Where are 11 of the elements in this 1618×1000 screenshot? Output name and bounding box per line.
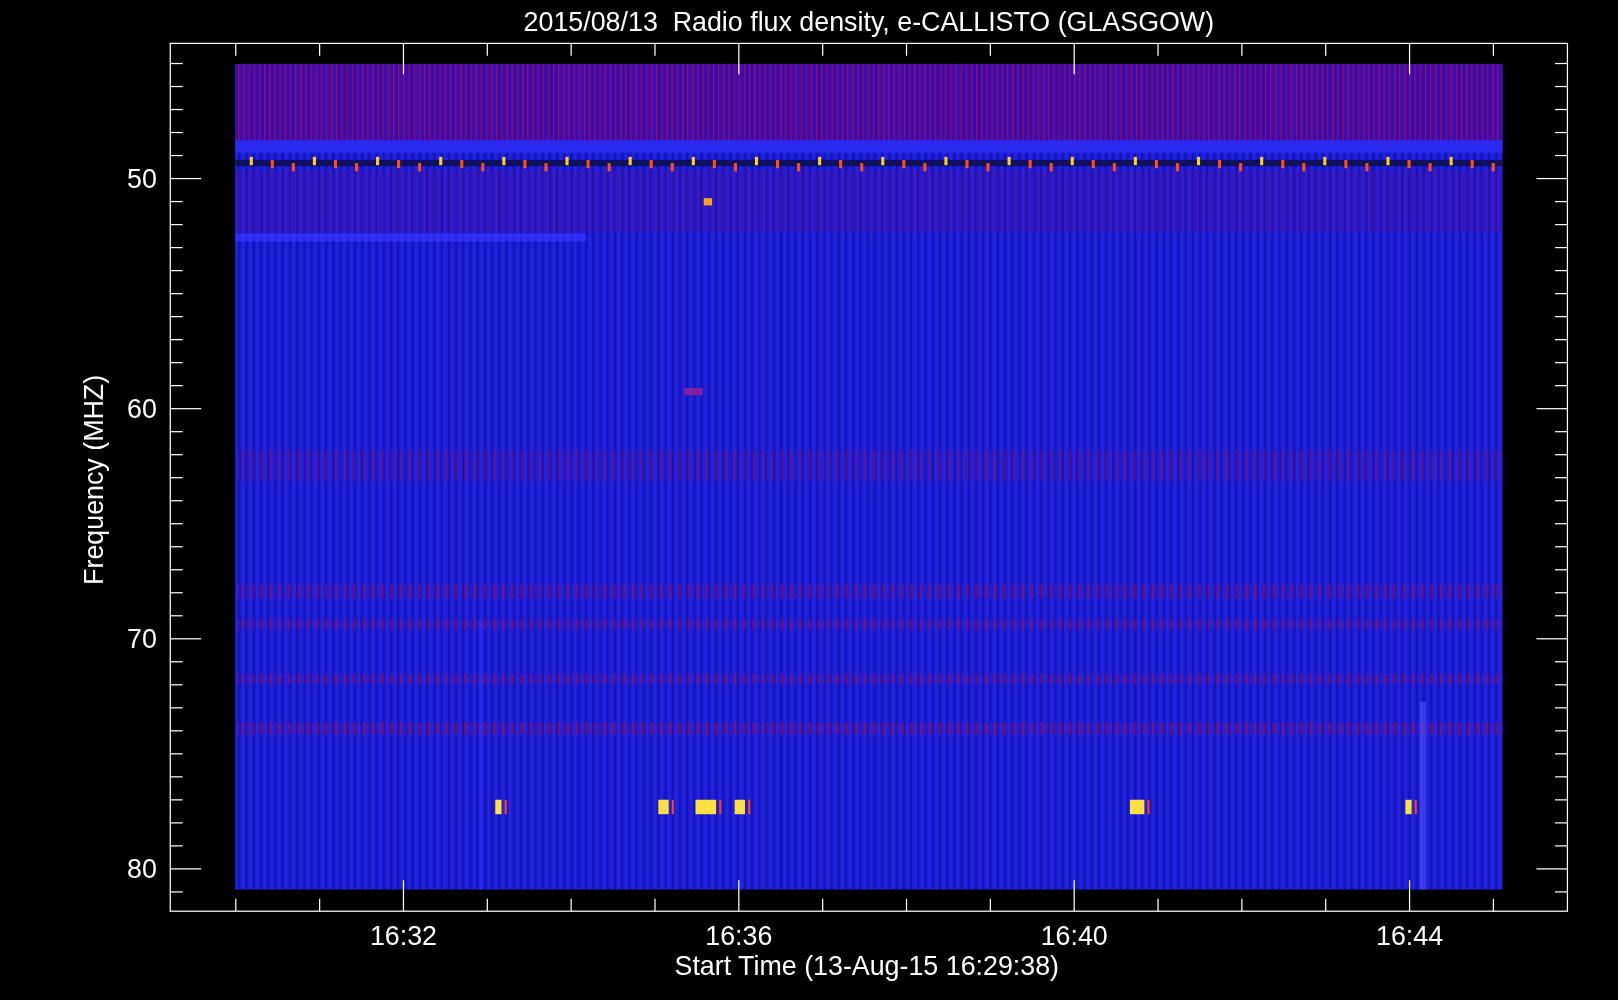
tick-label: 16:40 (1040, 921, 1108, 952)
tick-label: 16:32 (369, 921, 437, 952)
chart-title: 2015/08/13 Radio flux density, e-CALLISTO (GLASGOW) (523, 7, 1215, 37)
tick-label: 16:36 (705, 921, 773, 952)
tick-label: 16:44 (1376, 921, 1444, 952)
tick-label: 80 (127, 854, 157, 885)
tick-label: 60 (127, 393, 157, 424)
tick-label: 50 (127, 163, 157, 194)
axis-title: Start Time (13-Aug-15 16:29:38) (674, 951, 1060, 982)
tick-label: 70 (127, 624, 157, 655)
axis-title: Frequency (MHZ) (79, 374, 110, 585)
